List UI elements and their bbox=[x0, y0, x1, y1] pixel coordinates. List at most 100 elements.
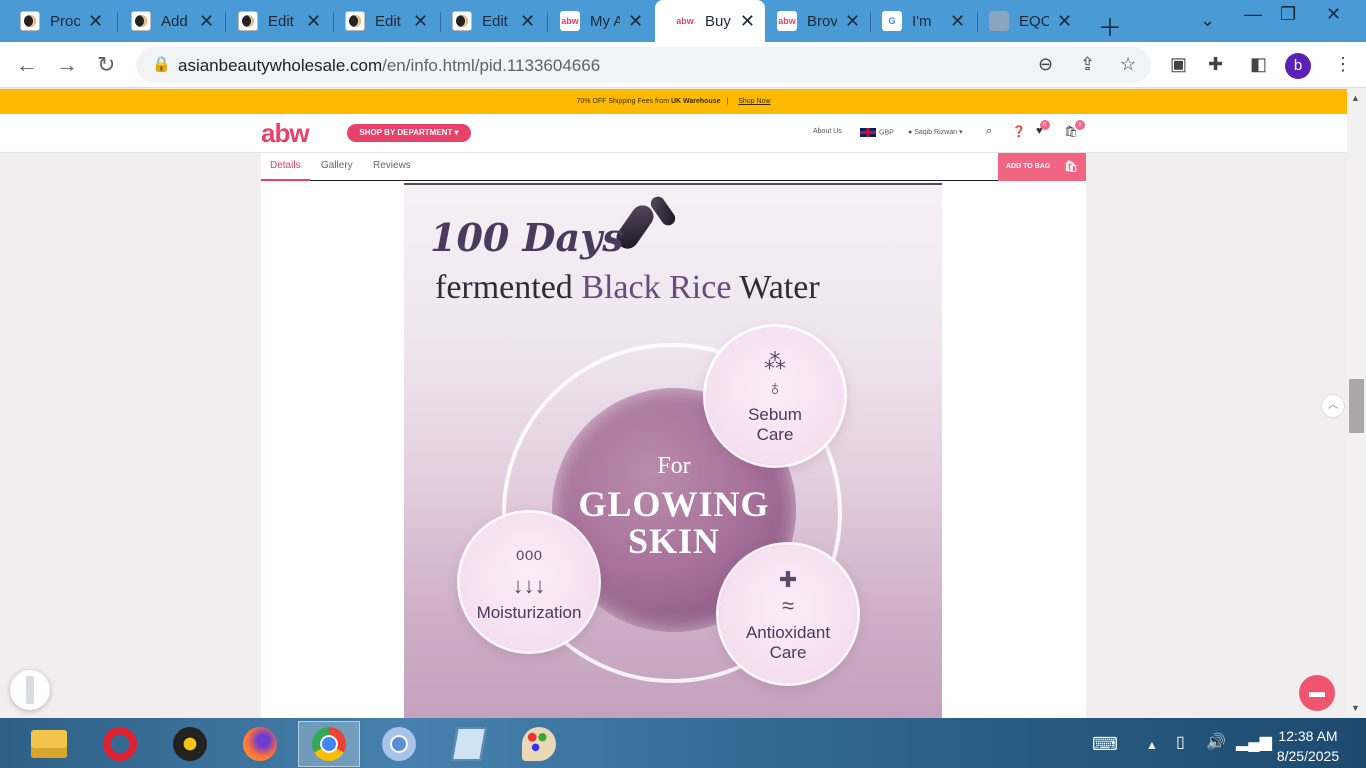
tab-title: Edit bbox=[268, 12, 294, 30]
close-tab-icon[interactable]: ✕ bbox=[199, 11, 214, 32]
abw-logo[interactable]: abw bbox=[261, 118, 310, 149]
product-tabs: Details Gallery Reviews ADD TO BAG 🛍 bbox=[261, 153, 1086, 181]
close-tab-icon[interactable]: ✕ bbox=[950, 11, 965, 32]
close-tab-icon[interactable]: ✕ bbox=[845, 11, 860, 32]
opera-icon[interactable] bbox=[89, 721, 151, 767]
tab-title: Add bbox=[161, 12, 188, 30]
site-favicon-icon bbox=[345, 11, 365, 31]
promo-shop-link[interactable]: Shop Now bbox=[738, 98, 770, 105]
zoom-icon[interactable]: ⊖ bbox=[1038, 54, 1053, 75]
image-top-strip bbox=[404, 183, 942, 185]
close-tab-icon[interactable]: ✕ bbox=[88, 11, 103, 32]
center-orb-text: For GLOWING SKIN bbox=[552, 453, 796, 560]
shopping-bag-icon: 🛍 bbox=[1064, 161, 1078, 173]
tray-chevron-icon[interactable]: ▲ bbox=[1146, 738, 1158, 752]
tab-reviews[interactable]: Reviews bbox=[373, 160, 411, 171]
chrome-icon[interactable] bbox=[298, 721, 360, 767]
tab-title: EQC bbox=[1019, 12, 1049, 30]
abw-icon: abw bbox=[777, 11, 797, 31]
browser-tab[interactable]: abw Brov ✕ bbox=[757, 4, 874, 38]
site-favicon-icon bbox=[238, 11, 258, 31]
new-tab-plus-icon[interactable]: ＋ bbox=[1098, 8, 1122, 43]
battery-icon[interactable]: ▯ bbox=[1176, 732, 1185, 752]
bubble-moisturization: ⁰⁰⁰ ↓↓↓ Moisturization bbox=[460, 513, 598, 651]
close-tab-icon[interactable]: ✕ bbox=[413, 11, 428, 32]
browser-tab[interactable]: abw My A ✕ bbox=[540, 4, 657, 38]
scroll-down-arrow-icon[interactable]: ▼ bbox=[1351, 703, 1360, 713]
active-tab-indicator bbox=[261, 179, 310, 181]
forward-arrow-icon[interactable]: → bbox=[56, 52, 78, 78]
extensions-puzzle-icon[interactable]: ✚ bbox=[1208, 54, 1223, 75]
close-tab-icon[interactable]: ✕ bbox=[1057, 11, 1072, 32]
abw-icon: abw bbox=[560, 11, 580, 31]
browser-tab[interactable]: Edit ✕ bbox=[218, 4, 335, 38]
chromium-icon[interactable] bbox=[368, 721, 430, 767]
orb-line1: GLOWING bbox=[578, 484, 770, 524]
about-us-link[interactable]: About Us bbox=[813, 128, 842, 135]
browser-tab[interactable]: Edit ✕ bbox=[432, 4, 549, 38]
back-to-top-button[interactable]: ︿ bbox=[1321, 394, 1345, 418]
minimize-icon[interactable]: — bbox=[1244, 4, 1262, 25]
browser-tab[interactable]: G I'm ✕ bbox=[862, 4, 979, 38]
wishlist-count-badge: 0 bbox=[1039, 120, 1050, 130]
restore-icon[interactable]: ❐ bbox=[1280, 4, 1296, 25]
user-menu[interactable]: ● Saqib Rizwan ▾ bbox=[908, 128, 962, 136]
windows-taskbar: ⌨ ▲ ▯ 🔊 ▂▄▆ bbox=[0, 718, 1366, 768]
close-tab-icon[interactable]: ✕ bbox=[740, 11, 755, 32]
browser-tab-active[interactable]: abw Buy ✕ bbox=[655, 0, 765, 42]
url-domain: asianbeautywholesale.com bbox=[178, 56, 383, 75]
share-icon[interactable]: ⇪ bbox=[1080, 54, 1095, 75]
headline-prefix: fermented bbox=[435, 269, 573, 306]
side-panel-icon[interactable]: ◧ bbox=[1250, 54, 1267, 75]
close-tab-icon[interactable]: ✕ bbox=[520, 11, 535, 32]
url-path: /en/info.html/pid.1133604666 bbox=[382, 56, 601, 75]
tab-title: Proc bbox=[50, 12, 80, 30]
keyboard-icon[interactable]: ⌨ bbox=[1092, 734, 1118, 755]
product-thumbnail-float[interactable] bbox=[10, 670, 50, 710]
browser-tab[interactable]: Proc ✕ bbox=[0, 4, 117, 38]
tab-details[interactable]: Details bbox=[270, 160, 301, 171]
search-icon[interactable]: ⌕ bbox=[986, 125, 992, 138]
url-text[interactable]: asianbeautywholesale.com/en/info.html/pi… bbox=[178, 56, 600, 76]
bookmark-star-icon[interactable]: ☆ bbox=[1120, 54, 1136, 75]
file-explorer-icon[interactable] bbox=[18, 721, 80, 767]
browser-tab[interactable]: Edit ✕ bbox=[325, 4, 442, 38]
tab-search-chevron-icon[interactable]: ⌄ bbox=[1200, 10, 1215, 31]
back-arrow-icon[interactable]: ← bbox=[16, 52, 38, 78]
address-bar[interactable]: 🔒 asianbeautywholesale.com/en/info.html/… bbox=[136, 47, 1151, 83]
tab-title: Buy bbox=[705, 12, 731, 30]
close-tab-icon[interactable]: ✕ bbox=[306, 11, 321, 32]
reload-icon[interactable]: ↻ bbox=[97, 52, 115, 78]
wishlist-heart-icon[interactable]: ♥ 0 bbox=[1036, 120, 1050, 137]
cart-icon[interactable]: 🛍 0 bbox=[1064, 120, 1085, 138]
shop-by-department-button[interactable]: SHOP BY DEPARTMENT ▾ bbox=[347, 124, 471, 142]
tab-gallery[interactable]: Gallery bbox=[321, 160, 353, 171]
browser-tab[interactable]: EQC ✕ bbox=[969, 4, 1086, 38]
add-to-bag-label: ADD TO BAG bbox=[1006, 163, 1051, 170]
media-player-icon[interactable] bbox=[159, 721, 221, 767]
promo-text: 70% OFF Shipping Fees from bbox=[576, 98, 670, 105]
profile-avatar[interactable]: b bbox=[1285, 53, 1311, 79]
bubble-label: Care bbox=[769, 643, 807, 662]
extension-app-icon[interactable]: ▣ bbox=[1170, 54, 1187, 75]
close-tab-icon[interactable]: ✕ bbox=[628, 11, 643, 32]
add-to-bag-button[interactable]: ADD TO BAG 🛍 bbox=[998, 153, 1086, 181]
page-scrollbar[interactable]: ▲ ▼ bbox=[1347, 89, 1366, 718]
scrollbar-thumb[interactable] bbox=[1349, 379, 1364, 433]
more-menu-icon[interactable]: ⋮ bbox=[1334, 54, 1352, 75]
currency-selector[interactable]: GBP bbox=[860, 128, 894, 137]
close-window-icon[interactable]: ✕ bbox=[1326, 4, 1341, 25]
volume-icon[interactable]: 🔊 bbox=[1206, 732, 1226, 752]
notepad-icon[interactable] bbox=[438, 721, 500, 767]
bubble-label: Sebum bbox=[748, 405, 802, 424]
browser-tab[interactable]: Add ✕ bbox=[111, 4, 228, 38]
firefox-icon[interactable] bbox=[229, 721, 291, 767]
tab-title: I'm bbox=[912, 12, 932, 30]
headline-ingredient: fermented Black Rice Water bbox=[435, 269, 820, 307]
help-icon[interactable]: ❓ bbox=[1012, 125, 1026, 138]
chat-bubble-icon[interactable]: ▬ bbox=[1299, 675, 1335, 711]
paint-icon[interactable] bbox=[508, 721, 570, 767]
user-name: Saqib Rizwan bbox=[914, 129, 957, 136]
scroll-up-arrow-icon[interactable]: ▲ bbox=[1351, 93, 1360, 103]
taskbar-clock[interactable]: 12:38 AM 8/25/2025 bbox=[1258, 726, 1358, 766]
